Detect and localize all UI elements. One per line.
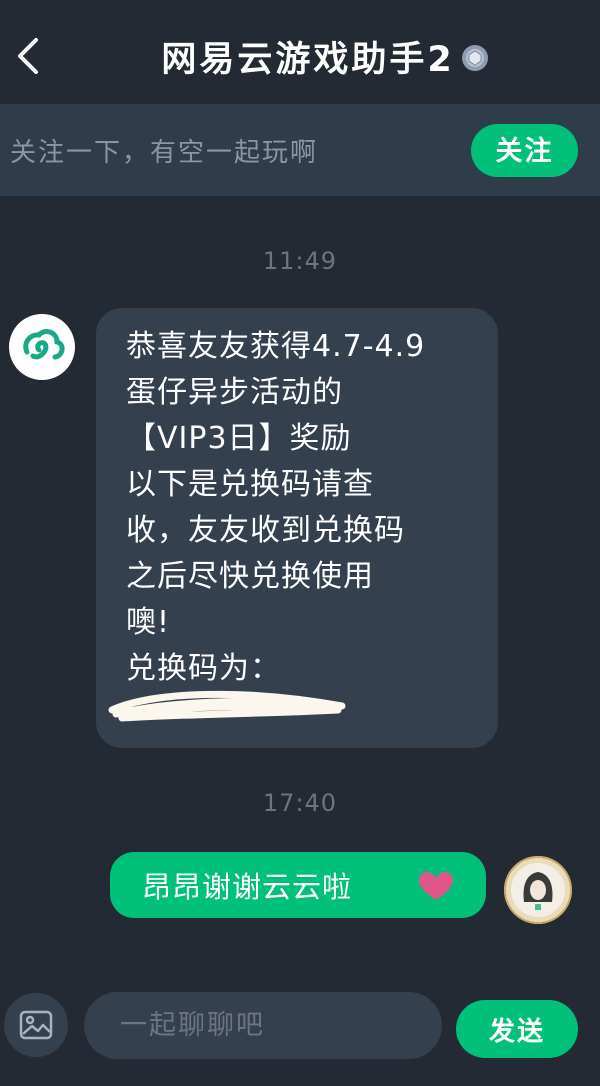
netease-cloud-game-logo-icon — [16, 321, 68, 373]
message-timestamp: 17:40 — [262, 789, 338, 817]
message-line: 噢! — [126, 605, 171, 640]
message-line: 恭喜友友获得4.7-4.9 — [126, 329, 426, 364]
message-line: 之后尽快兑换使用 — [126, 559, 374, 594]
redaction-scribble — [108, 690, 346, 722]
image-picker-button[interactable] — [4, 993, 68, 1057]
message-line: 蛋仔异步活动的 — [126, 375, 343, 410]
user-avatar-image — [504, 856, 572, 924]
outgoing-message-text: 昂昂谢谢云云啦 — [142, 870, 353, 904]
user-avatar[interactable] — [504, 856, 572, 924]
message-input[interactable] — [84, 992, 442, 1059]
message-line: 收，友友收到兑换码 — [126, 513, 405, 548]
outgoing-message-bubble[interactable]: 昂昂谢谢云云啦 — [110, 852, 486, 918]
image-icon — [19, 1010, 53, 1040]
assistant-avatar[interactable] — [9, 314, 75, 380]
chat-header: 网易云游戏助手2 — [0, 0, 600, 104]
chat-title: 网易云游戏助手2 — [161, 39, 455, 80]
heart-icon — [419, 872, 453, 900]
message-line: 【VIP3日】奖励 — [126, 421, 352, 456]
message-line: 以下是兑换码请查 — [126, 467, 374, 502]
incoming-message-bubble[interactable]: 恭喜友友获得4.7-4.9 蛋仔异步活动的 【VIP3日】奖励 以下是兑换码请查… — [96, 308, 498, 748]
message-timestamp: 11:49 — [262, 247, 338, 275]
incoming-message-text: 恭喜友友获得4.7-4.9 蛋仔异步活动的 【VIP3日】奖励 以下是兑换码请查… — [126, 324, 476, 692]
follow-prompt-text: 关注一下，有空一起玩啊 — [10, 138, 319, 168]
follow-button[interactable]: 关注 — [471, 124, 578, 177]
send-button[interactable]: 发送 — [456, 1000, 578, 1058]
verified-badge-icon — [461, 45, 488, 71]
